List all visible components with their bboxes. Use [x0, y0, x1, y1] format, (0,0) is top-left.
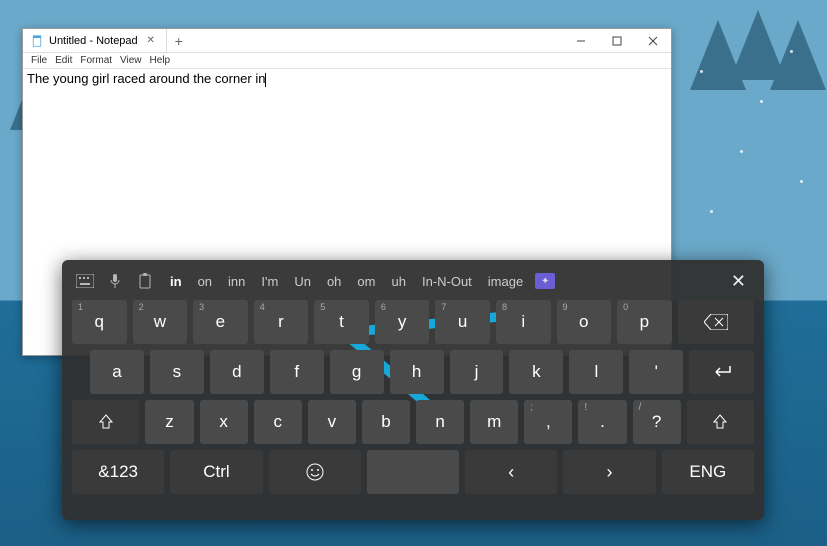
key-n[interactable]: n — [416, 400, 464, 444]
suggestion-bar: inoninnI'mUnohomuhIn-N-Outimage ✦ ✕ — [72, 266, 754, 296]
key-w[interactable]: w2 — [133, 300, 188, 344]
microphone-icon[interactable] — [102, 268, 128, 294]
key-j[interactable]: j — [450, 350, 504, 394]
key-v[interactable]: v — [308, 400, 356, 444]
arrow-left-key[interactable]: ‹ — [465, 450, 557, 494]
menu-view[interactable]: View — [116, 55, 146, 66]
key-r[interactable]: r4 — [254, 300, 309, 344]
text-cursor — [265, 73, 266, 87]
key-x[interactable]: x — [200, 400, 248, 444]
key-u[interactable]: u7 — [435, 300, 490, 344]
key-k[interactable]: k — [509, 350, 563, 394]
key-[interactable]: ' — [629, 350, 683, 394]
shift-key-right[interactable] — [687, 400, 754, 444]
key-q[interactable]: q1 — [72, 300, 127, 344]
ctrl-key[interactable]: Ctrl — [170, 450, 262, 494]
key-e[interactable]: e3 — [193, 300, 248, 344]
key-z[interactable]: z — [145, 400, 193, 444]
suggestion-word[interactable]: image — [480, 274, 531, 289]
menu-file[interactable]: File — [27, 55, 51, 66]
key-d[interactable]: d — [210, 350, 264, 394]
arrow-right-key[interactable]: › — [563, 450, 655, 494]
close-window-button[interactable] — [635, 29, 671, 52]
space-key[interactable] — [367, 450, 459, 494]
chevron-left-icon: ‹ — [508, 462, 514, 483]
key-g[interactable]: g — [330, 350, 384, 394]
suggestion-word[interactable]: In-N-Out — [414, 274, 480, 289]
language-key[interactable]: ENG — [662, 450, 754, 494]
keyboard-layout-icon[interactable] — [72, 268, 98, 294]
menu-format[interactable]: Format — [76, 55, 116, 66]
close-keyboard-button[interactable]: ✕ — [723, 271, 754, 292]
key-[interactable]: .! — [578, 400, 626, 444]
key-h[interactable]: h — [390, 350, 444, 394]
suggestion-word[interactable]: in — [162, 274, 190, 289]
enter-icon — [712, 365, 732, 379]
shift-up-icon — [712, 414, 728, 430]
menubar: File Edit Format View Help — [23, 53, 671, 69]
suggestion-word[interactable]: oh — [319, 274, 349, 289]
tab-close-button[interactable]: ✕ — [144, 34, 158, 48]
bg-snow — [790, 50, 793, 53]
key-l[interactable]: l — [569, 350, 623, 394]
suggestion-word[interactable]: uh — [383, 274, 413, 289]
key-s[interactable]: s — [150, 350, 204, 394]
titlebar[interactable]: Untitled - Notepad ✕ + — [23, 29, 671, 53]
bg-snow — [740, 150, 743, 153]
editor-text: The young girl raced around the corner i… — [27, 71, 265, 86]
suggestion-word[interactable]: Un — [286, 274, 319, 289]
backspace-icon — [704, 314, 728, 330]
symbols-key[interactable]: &123 — [72, 450, 164, 494]
maximize-button[interactable] — [599, 29, 635, 52]
key-o[interactable]: o9 — [557, 300, 612, 344]
key-p[interactable]: p0 — [617, 300, 672, 344]
key-i[interactable]: i8 — [496, 300, 551, 344]
tab-title: Untitled - Notepad — [49, 35, 138, 47]
shift-key[interactable] — [72, 400, 139, 444]
tab-untitled[interactable]: Untitled - Notepad ✕ — [23, 29, 167, 52]
suggestion-word[interactable]: on — [190, 274, 220, 289]
key-m[interactable]: m — [470, 400, 518, 444]
key-c[interactable]: c — [254, 400, 302, 444]
new-tab-button[interactable]: + — [167, 29, 191, 52]
suggestion-word[interactable]: om — [349, 274, 383, 289]
key-[interactable]: ,; — [524, 400, 572, 444]
bg-tree — [770, 20, 826, 90]
bg-snow — [700, 70, 703, 73]
suggestion-word[interactable]: I'm — [253, 274, 286, 289]
key-area: q1w2e3r4t5y6u7i8o9p0 asdfghjkl' zxcvbnm,… — [72, 300, 754, 510]
enter-key[interactable] — [689, 350, 754, 394]
bg-snow — [710, 210, 713, 213]
clipboard-icon[interactable] — [132, 268, 158, 294]
suggestion-word[interactable]: inn — [220, 274, 253, 289]
key-a[interactable]: a — [90, 350, 144, 394]
menu-help[interactable]: Help — [146, 55, 175, 66]
key-[interactable]: ?/ — [633, 400, 681, 444]
key-y[interactable]: y6 — [375, 300, 430, 344]
bg-snow — [800, 180, 803, 183]
gif-emoji-toggle[interactable]: ✦ — [535, 273, 555, 289]
backspace-key[interactable] — [678, 300, 754, 344]
notepad-icon — [31, 35, 43, 47]
key-f[interactable]: f — [270, 350, 324, 394]
key-t[interactable]: t5 — [314, 300, 369, 344]
shift-up-icon — [98, 414, 114, 430]
smiley-icon — [305, 462, 325, 482]
minimize-button[interactable] — [563, 29, 599, 52]
bg-snow — [760, 100, 763, 103]
menu-edit[interactable]: Edit — [51, 55, 76, 66]
emoji-key[interactable] — [269, 450, 361, 494]
chevron-right-icon: › — [607, 462, 613, 483]
key-b[interactable]: b — [362, 400, 410, 444]
on-screen-keyboard: inoninnI'mUnohomuhIn-N-Outimage ✦ ✕ q1w2… — [62, 260, 764, 520]
